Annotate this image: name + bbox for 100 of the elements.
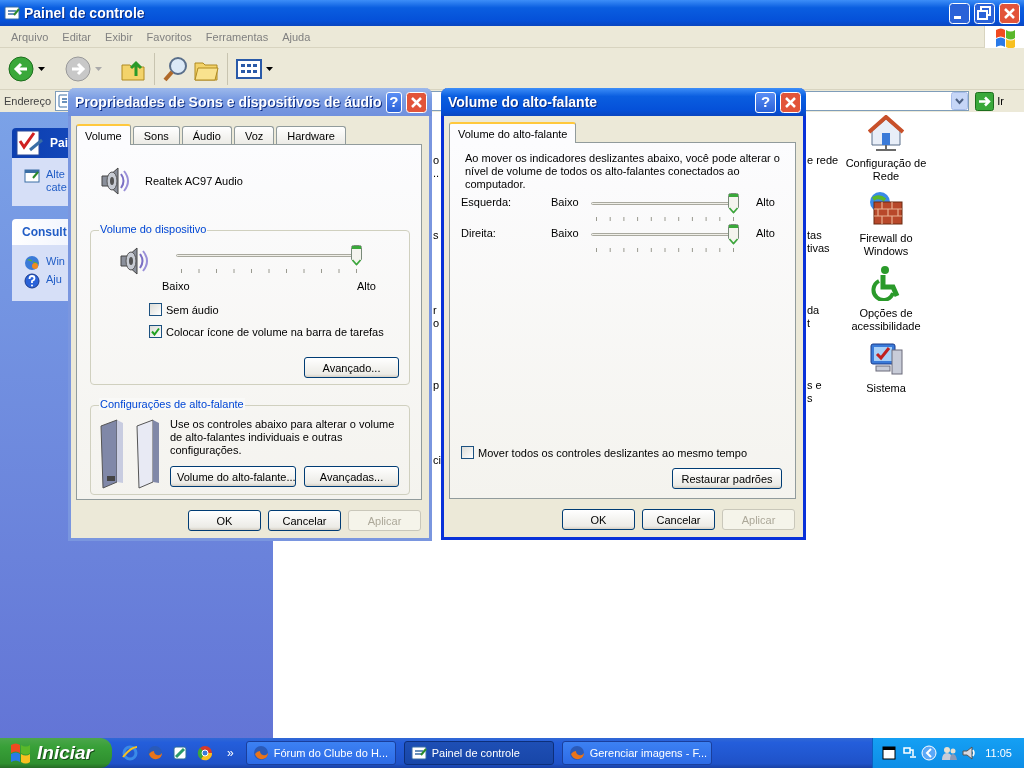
icon-label[interactable]: t — [807, 317, 811, 330]
browser-icon[interactable] — [122, 745, 138, 761]
dialog-button[interactable]: Cancelar — [268, 510, 341, 531]
task-link[interactable]: Alte — [46, 168, 67, 181]
globe-icon — [24, 255, 40, 271]
flag-icon — [8, 741, 32, 765]
dropdown-button[interactable] — [951, 92, 969, 110]
icon-label[interactable]: r — [433, 304, 437, 317]
icon-label[interactable]: Firewall do Windows — [838, 232, 934, 258]
checkbox[interactable] — [461, 446, 474, 459]
slider-thumb[interactable] — [728, 224, 739, 245]
icon-label[interactable]: s — [807, 392, 813, 405]
views-button[interactable] — [236, 56, 262, 81]
icon-label[interactable]: e rede — [807, 154, 839, 167]
dialog-button[interactable]: OK — [562, 509, 635, 530]
control-panel-icon — [410, 745, 427, 761]
task-link[interactable]: Aju — [46, 273, 62, 286]
computer-icon[interactable] — [868, 340, 904, 376]
speakers-icon — [99, 418, 159, 490]
task-link[interactable]: Win — [46, 255, 65, 268]
slider-thumb[interactable] — [728, 193, 739, 214]
app-icon[interactable] — [172, 745, 188, 761]
icon-label[interactable]: Configuração de Rede — [838, 157, 934, 183]
icon-label[interactable]: tas — [807, 229, 822, 242]
icon-label[interactable]: o — [433, 317, 440, 330]
help-button[interactable]: ? — [385, 91, 402, 113]
fox-globe-icon[interactable] — [147, 745, 163, 761]
maximize-button[interactable] — [974, 2, 995, 24]
tab[interactable]: Sons — [132, 126, 180, 144]
slider-label: Baixo — [551, 196, 580, 208]
help-icon — [24, 273, 40, 289]
tab[interactable]: Volume do alto-falante — [449, 122, 577, 143]
caret-icon[interactable] — [38, 66, 45, 71]
panel-title: Pai — [50, 136, 68, 150]
channel-label: Direita: — [461, 227, 497, 239]
slider-label: Baixo — [551, 227, 580, 239]
window-title: Propriedades de Sons e dispositivos de áudio — [75, 94, 382, 110]
dialog-button[interactable]: Cancelar — [642, 509, 715, 530]
restore-button[interactable]: Restaurar padrões — [672, 468, 782, 489]
start-button[interactable]: Iniciar — [0, 738, 112, 768]
icon-label[interactable]: o — [433, 154, 440, 167]
close-button[interactable] — [406, 91, 427, 113]
dialog-button[interactable]: OK — [188, 510, 261, 531]
checkbox[interactable] — [149, 303, 162, 316]
go-button[interactable]: Ir — [973, 90, 1020, 112]
slider-track[interactable] — [176, 245, 362, 267]
tab[interactable]: Volume — [76, 124, 131, 145]
speaker-icon[interactable] — [961, 745, 977, 761]
window-icon[interactable] — [881, 745, 897, 761]
checklist-icon — [14, 128, 44, 158]
search-button[interactable] — [163, 55, 189, 82]
task-button[interactable]: Fórum do Clube do H... — [245, 741, 396, 765]
slider-track[interactable] — [591, 224, 739, 246]
slider-thumb[interactable] — [351, 245, 362, 266]
checkbox-label: Mover todos os controles deslizantes ao mesmo tempo — [478, 446, 748, 459]
overflow-button[interactable]: » — [227, 746, 234, 760]
advanced-button[interactable]: Avançado... — [304, 357, 399, 378]
minimize-button[interactable] — [949, 2, 970, 24]
slider-track[interactable] — [591, 193, 739, 215]
window-title: Painel de controle — [24, 5, 146, 21]
help-button[interactable]: ? — [755, 91, 776, 113]
close-button[interactable] — [999, 2, 1020, 24]
icon-label[interactable]: Sistema — [866, 382, 906, 395]
icon-label[interactable]: ci — [433, 454, 441, 467]
fox-globe-icon — [568, 745, 585, 761]
icon-label[interactable]: da — [807, 304, 820, 317]
tab[interactable]: Voz — [233, 126, 275, 144]
ring-icon[interactable] — [197, 745, 213, 761]
advanced-button[interactable]: Avançadas... — [304, 466, 399, 487]
tab[interactable]: Hardware — [276, 126, 346, 144]
icon-label[interactable]: tivas — [807, 242, 830, 255]
checkbox-label: Colocar ícone de volume na barra de tarefas — [166, 325, 384, 338]
icon-label[interactable]: Opções de acessibilidade — [838, 307, 934, 333]
icon-label[interactable]: .. — [433, 167, 440, 180]
speaker-volume-button[interactable]: Volume do alto-falante... — [170, 466, 296, 487]
description-text: Use os controles abaixo para alterar o volume de alto-falantes individuais e outras configurações. — [170, 418, 395, 457]
tab[interactable]: Áudio — [181, 126, 232, 144]
checkbox-label: Sem áudio — [166, 303, 219, 316]
caret-icon[interactable] — [266, 66, 273, 71]
window-icon — [24, 168, 40, 184]
speaker-icon — [117, 245, 149, 277]
back-button[interactable] — [8, 55, 34, 82]
speaker-icon — [98, 165, 130, 197]
panel-title: Consult — [22, 225, 67, 239]
icon-label[interactable]: s e — [807, 379, 822, 392]
brick-wall-icon[interactable] — [868, 190, 904, 226]
fox-globe-icon — [252, 745, 269, 761]
slider-label: Baixo — [162, 280, 190, 292]
checkbox[interactable] — [149, 325, 162, 338]
icon-label[interactable]: p — [433, 379, 440, 392]
task-button[interactable]: Painel de controle — [403, 741, 554, 765]
chevron-button[interactable] — [921, 745, 937, 761]
window-title: Volume do alto-falante — [448, 94, 599, 110]
task-link[interactable]: cate — [46, 181, 67, 194]
close-button[interactable] — [780, 91, 801, 113]
task-button[interactable]: Gerenciar imagens - F... — [561, 741, 712, 765]
forward-button[interactable] — [65, 55, 91, 82]
house-network-icon[interactable] — [868, 115, 904, 151]
icon-label[interactable]: s — [433, 229, 439, 242]
people-icon[interactable] — [941, 745, 957, 761]
